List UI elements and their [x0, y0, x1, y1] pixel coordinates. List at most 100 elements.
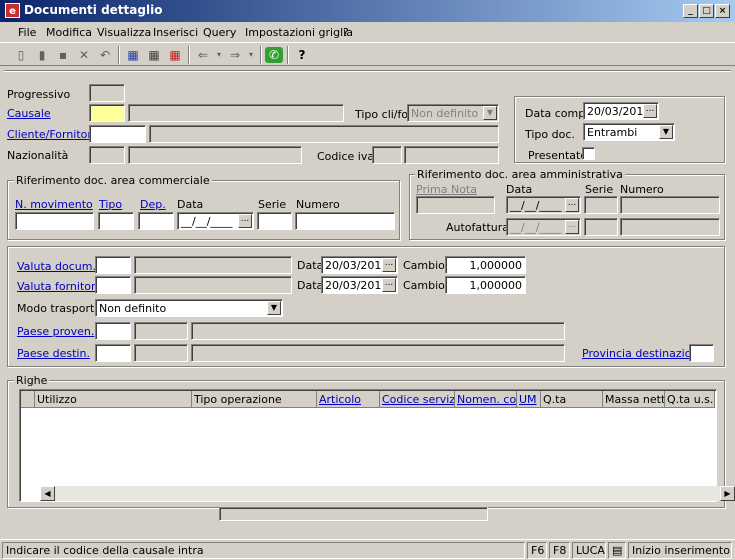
numero-label: Numero	[620, 183, 664, 196]
valuta-fornitore-link[interactable]: Valuta fornitore	[17, 280, 102, 293]
column-header[interactable]: Q.ta	[541, 391, 603, 408]
help-icon[interactable]: ?	[293, 47, 311, 63]
column-header[interactable]: Q.ta u.s.	[665, 391, 715, 408]
chevron-down-icon[interactable]: ▼	[267, 301, 281, 315]
cambio-doc-input[interactable]: 1,000000	[445, 256, 526, 274]
num-movimento-link[interactable]: N. movimento	[15, 198, 93, 211]
column-header[interactable]: Codice servizio	[380, 391, 455, 408]
data-input[interactable]: __/__/____ ...	[177, 212, 254, 230]
cambio-label: Cambio	[403, 279, 445, 292]
cliente-fornitore-description	[149, 125, 499, 143]
presentato-label: Presentato	[528, 149, 588, 162]
menu-inserisci[interactable]: Inserisci	[153, 26, 198, 39]
maximize-button[interactable]: □	[699, 4, 714, 18]
grid-info-field	[219, 507, 488, 521]
new-document-icon[interactable]: ▯	[12, 47, 30, 63]
data-label: Data	[297, 279, 324, 292]
scroll-right-icon[interactable]: ▶	[720, 486, 735, 501]
minimize-button[interactable]: _	[683, 4, 698, 18]
dep-input[interactable]	[138, 212, 174, 230]
grid-delete-icon[interactable]: ▦	[166, 47, 184, 63]
numero-input[interactable]	[295, 212, 395, 230]
calendar-button: ...	[565, 198, 579, 212]
valuta-fornitore-input[interactable]	[95, 276, 131, 294]
num-movimento-input[interactable]	[15, 212, 94, 230]
tipo-link[interactable]: Tipo	[99, 198, 122, 211]
data-value: __/__/____	[181, 215, 233, 228]
autofattura-label: Autofattura	[446, 221, 510, 234]
rif-commerciale-title: Riferimento doc. area commerciale	[14, 174, 212, 187]
paese-destinazione-description	[191, 344, 565, 362]
codice-iva-description	[404, 146, 499, 164]
data-label: Data	[506, 183, 533, 196]
serie-input[interactable]	[257, 212, 292, 230]
menu-file[interactable]: File	[18, 26, 36, 39]
dep-link[interactable]: Dep.	[140, 198, 166, 211]
app-icon: e	[5, 3, 20, 18]
close-button[interactable]: ×	[715, 4, 730, 18]
menu-help[interactable]: ?	[343, 26, 349, 39]
chevron-down-icon[interactable]: ▼	[659, 125, 673, 139]
paese-provenienza-code	[134, 322, 188, 340]
data-comp-input[interactable]: 20/03/2012 ...	[583, 102, 659, 120]
prima-nota-link: Prima Nota	[416, 183, 477, 196]
righe-grid[interactable]: Utilizzo Tipo operazione Articolo Codice…	[19, 389, 735, 502]
presentato-checkbox[interactable]	[582, 147, 595, 160]
menu-impostazioni-griglia[interactable]: Impostazioni griglia	[245, 26, 353, 39]
autofattura-serie-field	[584, 218, 618, 236]
calendar-button[interactable]: ...	[238, 214, 252, 228]
undo-icon[interactable]: ↶	[96, 47, 114, 63]
cambio-forn-input[interactable]: 1,000000	[445, 276, 526, 294]
menu-visualizza[interactable]: Visualizza	[97, 26, 151, 39]
copy-document-icon[interactable]: ▮	[33, 47, 51, 63]
grid-icon[interactable]: ▦	[145, 47, 163, 63]
serie-field	[584, 196, 618, 214]
paese-provenienza-link[interactable]: Paese proven.	[17, 325, 94, 338]
data-doc-input[interactable]: 20/03/2012 ...	[321, 256, 398, 274]
toolbar-separator	[188, 46, 190, 64]
valuta-fornitore-description	[134, 276, 292, 294]
column-header[interactable]: Tipo operazione	[192, 391, 317, 408]
menu-modifica[interactable]: Modifica	[46, 26, 92, 39]
numero-field	[620, 196, 720, 214]
provincia-destinazione-link[interactable]: Provincia destinazione	[582, 347, 705, 360]
provincia-destinazione-input[interactable]	[689, 344, 714, 362]
causale-link[interactable]: Causale	[7, 107, 51, 120]
nazionalita-code	[89, 146, 125, 164]
causale-input[interactable]	[89, 104, 125, 122]
data-label: Data	[297, 259, 324, 272]
tipo-doc-select[interactable]: Entrambi ▼	[583, 123, 675, 141]
delete-icon[interactable]: ✕	[75, 47, 93, 63]
column-header[interactable]: Utilizzo	[35, 391, 192, 408]
column-header[interactable]: Massa netta	[603, 391, 665, 408]
horizontal-scrollbar[interactable]: ◀ ▶	[40, 486, 735, 501]
status-f8: F8	[549, 542, 570, 559]
paese-destinazione-link[interactable]: Paese destin.	[17, 347, 90, 360]
calendar-button[interactable]: ...	[382, 278, 396, 292]
column-header[interactable]: Articolo	[317, 391, 380, 408]
paese-destinazione-input[interactable]	[95, 344, 131, 362]
tipo-input[interactable]	[98, 212, 134, 230]
nazionalita-label: Nazionalità	[7, 149, 69, 162]
data-label: Data	[177, 198, 204, 211]
valuta-documento-input[interactable]	[95, 256, 131, 274]
cliente-fornitore-link[interactable]: Cliente/Fornitore	[7, 128, 98, 141]
forward-dropdown-icon[interactable]: ▾	[242, 47, 260, 63]
modo-trasporto-select[interactable]: Non definito ▼	[95, 299, 283, 317]
calendar-button[interactable]: ...	[643, 104, 657, 118]
cliente-fornitore-input[interactable]	[89, 125, 146, 143]
column-header[interactable]: UM	[517, 391, 541, 408]
valuta-documento-link[interactable]: Valuta docum.	[17, 260, 96, 273]
data-doc-value: 20/03/2012	[325, 259, 389, 272]
column-header[interactable]: Nomen. com.	[455, 391, 517, 408]
chevron-down-icon: ▼	[483, 106, 497, 120]
paese-provenienza-input[interactable]	[95, 322, 131, 340]
phone-icon[interactable]: ✆	[265, 47, 283, 63]
scroll-left-icon[interactable]: ◀	[40, 486, 55, 501]
data-forn-input[interactable]: 20/03/2012 ...	[321, 276, 398, 294]
menu-query[interactable]: Query	[203, 26, 236, 39]
save-icon[interactable]: ▪	[54, 47, 72, 63]
calendar-button[interactable]: ...	[382, 258, 396, 272]
grid-add-icon[interactable]: ▦	[124, 47, 142, 63]
paese-destinazione-code	[134, 344, 188, 362]
